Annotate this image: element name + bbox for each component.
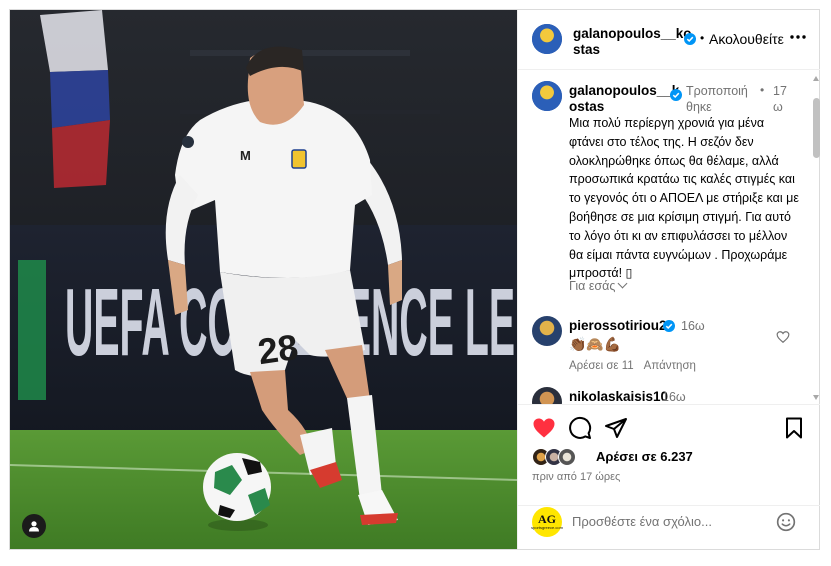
- post-side-panel: galanopoulos__ko stas • Ακολουθείτε gala…: [517, 10, 820, 549]
- likes-count[interactable]: Αρέσει σε 6.237: [596, 449, 693, 464]
- author-username[interactable]: galanopoulos__ko stas: [573, 26, 692, 58]
- caption-username[interactable]: galanopoulos__k ostas: [569, 83, 679, 115]
- commenter-avatar[interactable]: [532, 316, 562, 346]
- post-actions: Αρέσει σε 6.237 πριν από 17 ώρες: [518, 406, 820, 506]
- tagged-users-button[interactable]: [22, 514, 46, 538]
- comment-item: pierossotiriou28 16ω 👏🏾🙈💪🏾 Αρέσει σε 11 Α…: [518, 316, 808, 376]
- current-user-avatar: AG sportsgreece.com: [531, 507, 563, 537]
- logo-text: AG: [538, 512, 556, 526]
- heart-outline-icon[interactable]: [776, 330, 790, 344]
- comments-scrollbar[interactable]: [813, 98, 820, 158]
- comment-username[interactable]: nikolaskaisis10: [569, 389, 668, 404]
- add-comment-bar: AG sportsgreece.com: [518, 507, 820, 549]
- scroll-down-arrow[interactable]: [813, 395, 819, 400]
- verified-badge-icon: [663, 320, 675, 332]
- comment-item: nikolaskaisis10 16ω: [518, 387, 808, 404]
- comment-time: 16ω: [662, 390, 686, 404]
- post-photo: UEFA CONFERENCE LE M: [10, 10, 517, 549]
- user-icon: [29, 521, 39, 532]
- comment-text: 👏🏾🙈💪🏾: [569, 336, 622, 352]
- jersey-number: 28: [255, 326, 300, 372]
- caption-separator: •: [760, 83, 765, 97]
- emoji-icon[interactable]: [776, 512, 796, 532]
- comment-likes-link[interactable]: Αρέσει σε 11: [569, 360, 634, 372]
- logo-subtext: sportsgreece.com: [531, 525, 563, 530]
- football-player-image: UEFA CONFERENCE LE M: [10, 10, 517, 549]
- commenter-avatar[interactable]: [532, 387, 562, 404]
- save-bookmark-icon[interactable]: [782, 416, 806, 440]
- comment-icon[interactable]: [568, 416, 592, 440]
- share-icon[interactable]: [604, 416, 628, 440]
- chevron-down-icon: [617, 278, 628, 289]
- caption-time: 17 ω: [773, 84, 787, 114]
- like-heart-icon[interactable]: [532, 416, 556, 440]
- more-horizontal-icon[interactable]: [788, 29, 808, 45]
- scroll-up-arrow[interactable]: [813, 76, 819, 81]
- edited-label: Τροποποιή θηκε: [686, 84, 748, 114]
- reply-button[interactable]: Απάντηση: [644, 360, 696, 372]
- following-button[interactable]: Ακολουθείτε: [709, 31, 784, 47]
- post-header: galanopoulos__ko stas • Ακολουθείτε: [518, 10, 820, 70]
- verified-badge-icon: [684, 33, 696, 45]
- translation-label: Για εσάς: [569, 279, 616, 293]
- liker-avatar: [558, 448, 576, 466]
- caption-text: Μια πολύ περίεργη χρονιά για μένα φτάνει…: [569, 116, 799, 281]
- caption-author-avatar[interactable]: [532, 81, 562, 111]
- comment-time: 16ω: [681, 319, 705, 333]
- header-separator: •: [700, 31, 705, 45]
- verified-badge-icon: [670, 89, 682, 101]
- comment-input[interactable]: [572, 514, 762, 529]
- author-avatar[interactable]: [532, 24, 562, 54]
- translation-toggle[interactable]: Για εσάς: [569, 278, 628, 293]
- comment-meta: Αρέσει σε 11 Απάντηση: [569, 360, 696, 372]
- svg-text:M: M: [240, 148, 251, 163]
- post-timestamp: πριν από 17 ώρες: [532, 471, 621, 483]
- comments-list[interactable]: galanopoulos__k ostas Τροποποιή θηκε • 1…: [518, 71, 820, 405]
- instagram-post-modal: UEFA CONFERENCE LE M: [9, 9, 820, 550]
- comment-username[interactable]: pierossotiriou28: [569, 318, 674, 333]
